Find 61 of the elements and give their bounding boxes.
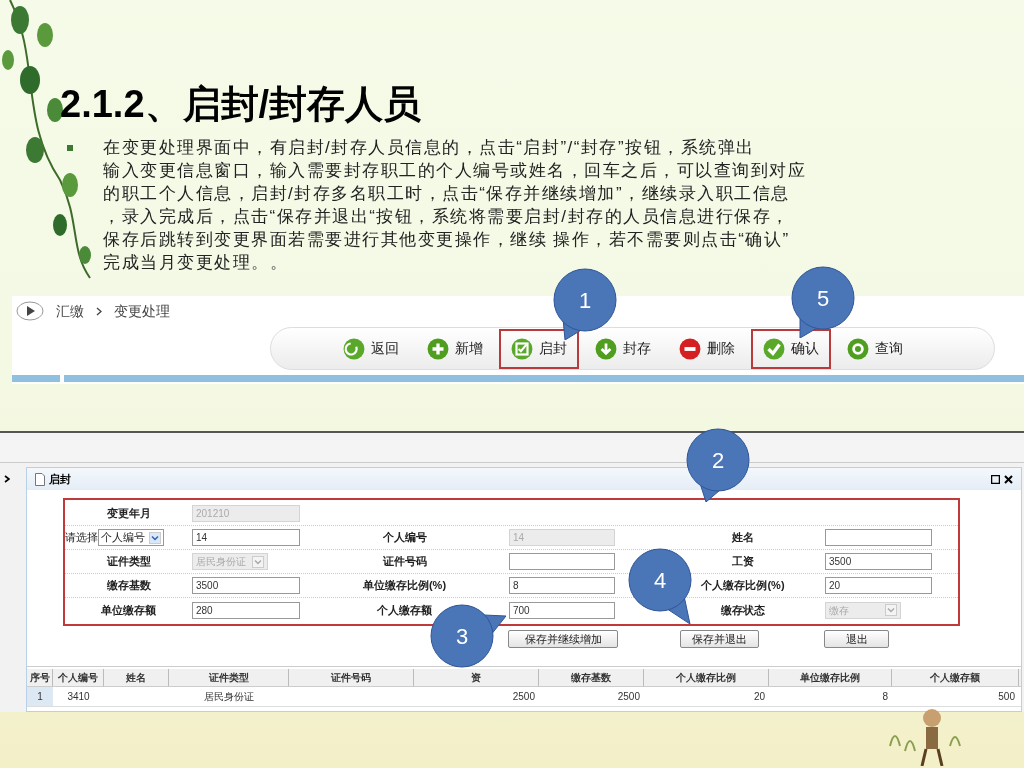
breadcrumb-item[interactable]: 变更处理 [114,300,170,322]
toolbar-button[interactable]: 返回 [331,328,411,369]
field-label: 缴存状态 [721,602,765,618]
dialog-button[interactable]: 保存并退出 [680,630,759,648]
body-text-line: 保存后跳转到变更界面若需要进行其他变更操作，继续 操作，若不需要则点击“确认” [103,228,790,251]
column-header[interactable]: 个人缴存额 [930,670,980,685]
table-cell-text: 8 [882,690,888,704]
input-field[interactable]: 700 [509,601,615,619]
field-label: 个人缴存比例(%) [701,578,785,594]
field-label: 单位缴存比例(%) [362,578,447,594]
table-cell-text: 500 [998,690,1015,704]
column-header[interactable]: 单位缴存比例 [800,670,860,685]
body-text-line: 在变更处理界面中，有启封/封存人员信息的，点击“启封”/“封存”按钮，系统弹出 [103,136,755,159]
toolbar-button[interactable]: 查询 [835,328,915,369]
field-label: 个人缴存额 [377,602,432,618]
field-label: 缴存基数 [106,578,151,594]
input-field[interactable]: 14 [192,529,300,546]
dialog-button[interactable]: 退出 [824,630,889,648]
input-field[interactable]: 20 [825,577,932,594]
slide-title: 2.1.2、启封/封存人员 [60,82,422,127]
column-header[interactable]: 个人编号 [58,670,98,685]
callout-number: 4 [652,566,668,594]
field-label: 变更年月 [106,506,151,522]
column-header[interactable]: 缴存基数 [571,670,611,685]
select-field[interactable]: 个人编号 [98,529,164,546]
column-header[interactable]: 证件类型 [208,670,249,685]
column-header[interactable]: 序号 [29,670,50,685]
body-text-line: 输入变更信息窗口，输入需要封存职工的个人编号或姓名，回车之后，可以查询到对应 [103,159,806,182]
input-field[interactable]: 8 [509,577,615,594]
field-label: 姓名 [732,530,754,546]
breadcrumb-item[interactable]: 汇缴 [56,300,84,322]
table-cell-text: 2500 [617,690,640,704]
callout-number: 2 [710,446,726,474]
callout-number: 1 [577,286,593,314]
toolbar-button[interactable]: 删除 [667,328,747,369]
column-header[interactable]: 资 [471,670,481,685]
input-field[interactable]: 280 [192,601,300,619]
table-cell-text: 2500 [512,690,535,704]
field-label: 工资 [732,554,754,570]
table-cell-text: 1 [37,690,43,704]
field-label: 证件类型 [106,554,151,570]
field-label: 个人编号 [382,530,427,546]
column-header[interactable]: 姓名 [126,670,146,685]
callout-number: 3 [454,622,470,650]
field-label: 证件号码 [382,554,427,570]
input-field[interactable]: 3500 [825,553,932,570]
body-text-line: 完成当月变更处理。。 [103,251,288,274]
field-label: 请选择 [65,530,98,546]
toolbar-button[interactable]: 新增 [415,328,495,369]
body-text-line: 的职工个人信息，启封/封存多名职工时，点击“保存并继续增加”，继续录入职工信息 [103,182,790,205]
field-label: 单位缴存额 [101,602,156,618]
callout-number: 5 [815,284,831,312]
column-header[interactable]: 个人缴存比例 [676,670,736,685]
column-header[interactable]: 证件号码 [331,670,371,685]
body-text-line: ，录入完成后，点击“保存并退出“按钮，系统将需要启封/封存的人员信息进行保存， [103,205,790,228]
table-cell-text: 3410 [67,690,90,704]
dialog-title: 启封 [49,471,71,487]
table-cell-text: 20 [753,690,765,704]
input-field[interactable]: 3500 [192,577,300,594]
dialog-button[interactable]: 保存并继续增加 [508,630,618,648]
table-cell-text: 居民身份证 [204,690,254,704]
